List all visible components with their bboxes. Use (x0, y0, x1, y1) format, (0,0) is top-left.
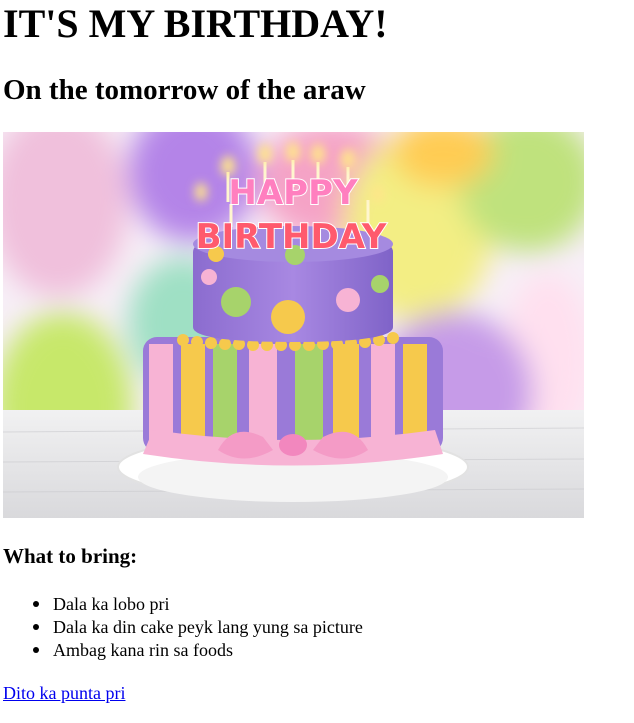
cake-topper-birthday: BIRTHDAY (196, 217, 387, 257)
bring-list: Dala ka lobo pri Dala ka din cake peyk l… (33, 593, 363, 662)
bullet-icon (33, 624, 39, 630)
birthday-cake-image: HAPPY BIRTHDAY (3, 132, 584, 518)
bring-list-item-text: Dala ka lobo pri (53, 594, 170, 614)
page-subtitle: On the tomorrow of the araw (3, 74, 366, 106)
bring-list-item-text: Ambag kana rin sa foods (53, 640, 233, 660)
bring-list-item: Dala ka lobo pri (33, 593, 363, 616)
bring-list-item-text: Dala ka din cake peyk lang yung sa pictu… (53, 617, 363, 637)
bullet-icon (33, 647, 39, 653)
bring-list-item: Dala ka din cake peyk lang yung sa pictu… (33, 616, 363, 639)
bullet-icon (33, 601, 39, 607)
bring-heading: What to bring: (3, 544, 138, 568)
directions-link[interactable]: Dito ka punta pri (3, 682, 125, 705)
cake-topper-happy: HAPPY (228, 173, 358, 213)
bring-list-item: Ambag kana rin sa foods (33, 639, 363, 662)
page-title: IT'S MY BIRTHDAY! (3, 1, 388, 46)
